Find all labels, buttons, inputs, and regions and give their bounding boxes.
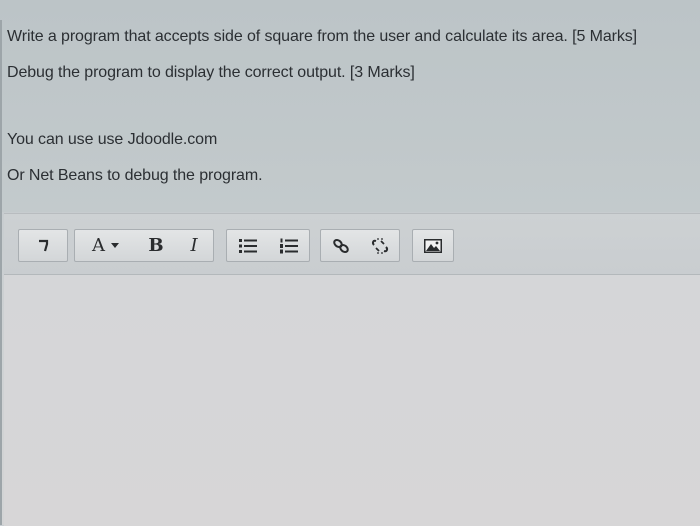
dropdown-caret-icon xyxy=(111,242,119,248)
link-button[interactable] xyxy=(321,230,360,261)
left-border xyxy=(0,20,2,525)
font-color-label: A xyxy=(92,235,105,256)
question-line-2: Debug the program to display the correct… xyxy=(7,64,415,81)
image-icon xyxy=(424,238,442,253)
question-line-4: Or Net Beans to debug the program. xyxy=(7,167,263,184)
media-group xyxy=(412,229,454,262)
bullet-list-button[interactable] xyxy=(227,230,269,261)
text-style-group: A B I xyxy=(74,229,214,262)
list-group xyxy=(226,229,310,262)
bullet-list-icon xyxy=(239,238,257,253)
italic-label: I xyxy=(190,235,198,256)
unlink-button[interactable] xyxy=(360,230,399,261)
bold-button[interactable]: B xyxy=(137,230,175,261)
link-icon xyxy=(332,238,349,253)
format-group xyxy=(18,229,68,262)
editor-text-area[interactable] xyxy=(4,275,700,526)
insert-image-button[interactable] xyxy=(413,230,453,261)
paragraph-format-button[interactable] xyxy=(19,230,67,261)
rich-text-editor: A B I xyxy=(4,213,700,526)
paragraph-format-icon xyxy=(39,239,49,251)
numbered-list-button[interactable] xyxy=(269,230,309,261)
question-line-3: You can use use Jdoodle.com xyxy=(7,131,218,148)
font-color-button[interactable]: A xyxy=(75,230,137,261)
bold-label: B xyxy=(148,235,164,256)
link-group xyxy=(320,229,400,262)
page: Write a program that accepts side of squ… xyxy=(0,0,700,526)
editor-toolbar: A B I xyxy=(4,214,700,275)
italic-button[interactable]: I xyxy=(175,230,213,261)
numbered-list-icon xyxy=(280,238,298,253)
unlink-icon xyxy=(371,237,388,254)
question-panel: Write a program that accepts side of squ… xyxy=(0,0,700,212)
question-line-1: Write a program that accepts side of squ… xyxy=(7,28,638,45)
